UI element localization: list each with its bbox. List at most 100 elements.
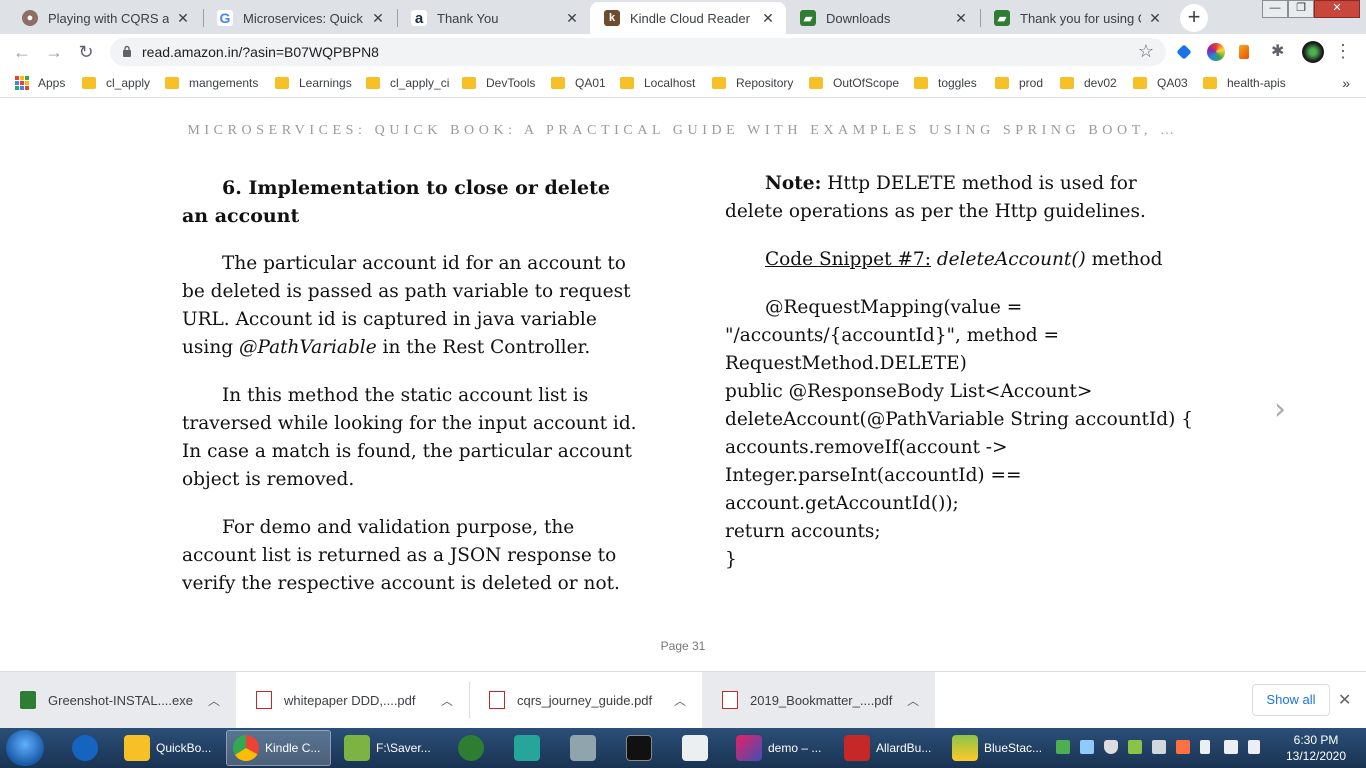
chevron-up-icon[interactable]: ︿ [670,692,690,709]
taskbar-label: BlueStac... [984,741,1043,755]
reload-button[interactable]: ↻ [74,40,98,64]
new-tab-button[interactable]: + [1180,4,1208,32]
next-page-chevron-icon[interactable]: › [1274,392,1286,427]
address-bar[interactable]: read.amazon.in/?asin=B07WQPBPN8 ☆ [110,38,1166,66]
bookmark-folder[interactable]: QA03 [1133,76,1188,90]
shield-icon[interactable] [1104,740,1118,754]
taskbar-item[interactable]: F:\Saver... [338,730,442,766]
tab-thank-you[interactable]: a Thank You ✕ [397,2,590,34]
intellij-icon [736,735,762,761]
taskbar-item[interactable]: demo – ... [730,730,830,766]
close-icon[interactable]: ✕ [1338,690,1351,710]
maximize-button[interactable]: ❐ [1288,0,1314,18]
taskbar-pinned-app[interactable] [620,730,658,766]
tray-app-icon[interactable] [1176,740,1190,754]
show-all-button[interactable]: Show all [1252,684,1330,716]
bookmark-label: QA01 [575,76,606,90]
network-icon[interactable] [1224,740,1238,754]
bookmark-folder[interactable]: QA01 [551,76,606,90]
url-text: read.amazon.in/?asin=B07WQPBPN8 [142,44,379,60]
page-number: Page 31 [660,639,706,653]
bookmark-folder[interactable]: OutOfScope [809,76,899,90]
chevron-up-icon[interactable]: ︿ [437,692,457,709]
chevron-up-icon[interactable]: ︿ [204,692,224,709]
tab-microservices[interactable]: G Microservices: Quick Boo ✕ [203,2,396,34]
tab-downloads[interactable]: ▰ Downloads ✕ [786,2,979,34]
taskbar-pinned-app[interactable] [452,730,490,766]
extension-dropper-icon[interactable] [1176,44,1192,60]
taskbar-pinned-app[interactable] [66,730,106,766]
tray-app-icon[interactable] [1152,740,1166,754]
bookmark-folder[interactable]: cl_apply [82,76,150,90]
bookmarks-bar: Apps cl_apply mangements Learnings cl_ap… [0,70,1366,98]
forward-button[interactable]: → [42,40,66,64]
download-item[interactable]: Greenshot-INSTAL....exe ︿ [0,672,236,728]
download-filename: cqrs_journey_guide.pdf [517,692,653,708]
bookmark-label: Apps [38,76,66,90]
chrome-menu-button[interactable]: ⋮ [1334,42,1352,60]
taskbar-pinned-app[interactable] [564,730,602,766]
google-icon: G [217,10,233,26]
close-icon[interactable]: ✕ [953,10,969,26]
pinned-app-icon [72,735,98,761]
bookmark-star-icon[interactable]: ☆ [1138,41,1154,62]
bookmark-folder[interactable]: health-apis [1203,76,1286,90]
minimize-button[interactable]: — [1262,0,1288,18]
back-button[interactable]: ← [10,40,34,64]
close-icon[interactable]: ✕ [175,10,191,26]
section-heading: 6. Implementation to close or delete an … [182,177,610,227]
start-button[interactable] [6,730,44,766]
flag-icon[interactable] [1200,740,1210,754]
window-close-button[interactable]: ✕ [1314,0,1360,18]
tray-app-icon[interactable] [1080,740,1094,754]
tab-greenshot-thanks[interactable]: ▰ Thank you for using Gre ✕ [980,2,1173,34]
bookmark-folder[interactable]: Repository [712,76,793,90]
greenshot-icon: ▰ [994,10,1010,26]
bookmark-folder[interactable]: DevTools [462,76,535,90]
code-snippet: @RequestMapping(value = "/accounts/{acco… [725,294,1195,574]
extension-arrow-icon[interactable] [1239,45,1249,59]
taskbar-item[interactable]: BlueStac... [946,730,1046,766]
tab-cqrs[interactable]: ● Playing with CQRS and E ✕ [8,2,201,34]
bookmark-folder[interactable]: prod [995,76,1043,90]
folder-icon [124,735,150,761]
close-icon[interactable]: ✕ [1147,10,1163,26]
close-icon[interactable]: ✕ [564,10,580,26]
system-clock[interactable]: 6:30 PM 13/12/2020 [1276,732,1356,764]
bookmark-folder[interactable]: Localhost [620,76,695,90]
extension-color-icon[interactable] [1207,43,1225,61]
bookmark-folder[interactable]: toggles [914,76,977,90]
bookmark-folder[interactable]: mangements [165,76,258,90]
extensions-puzzle-icon[interactable]: ✱ [1271,43,1289,61]
taskbar-label: F:\Saver... [376,741,431,755]
paragraph-emphasis: @PathVariable [238,337,377,358]
bookmark-label: cl_apply [106,76,151,90]
apps-grid-icon [15,76,29,90]
taskbar-pinned-app[interactable] [508,730,546,766]
bookmark-apps[interactable]: Apps [15,76,65,90]
kindle-reader: MICROSERVICES: QUICK BOOK: A PRACTICAL G… [0,98,1366,671]
bookmark-folder[interactable]: Learnings [275,76,352,90]
bookmark-label: health-apis [1227,76,1286,90]
bookmarks-overflow-button[interactable]: » [1342,75,1350,91]
taskbar-item[interactable]: Kindle C... [226,730,331,766]
bookmark-folder[interactable]: dev02 [1060,76,1117,90]
bluestacks-tray-icon[interactable] [1128,740,1142,754]
bookmark-folder[interactable]: cl_apply_ci [366,76,449,90]
clock-date: 13/12/2020 [1285,749,1347,763]
profile-avatar[interactable] [1302,41,1324,63]
download-item[interactable]: 2019_Bookmatter_....pdf ︿ [702,672,935,728]
taskbar-item[interactable]: QuickBo... [118,730,222,766]
taskbar-item[interactable]: AllardBu... [838,730,938,766]
folder-icon [551,77,565,89]
chevron-up-icon[interactable]: ︿ [903,692,923,709]
download-item[interactable]: whitepaper DDD,....pdf ︿ [236,672,469,728]
download-item[interactable]: cqrs_journey_guide.pdf ︿ [469,672,702,728]
greenshot-tray-icon[interactable] [1056,740,1070,754]
tab-kindle-cloud-reader[interactable]: k Kindle Cloud Reader ✕ [590,2,786,34]
taskbar-pinned-app[interactable] [676,730,714,766]
close-icon[interactable]: ✕ [760,10,776,26]
close-icon[interactable]: ✕ [370,10,386,26]
volume-icon[interactable] [1248,740,1260,754]
folder-icon [462,77,476,89]
